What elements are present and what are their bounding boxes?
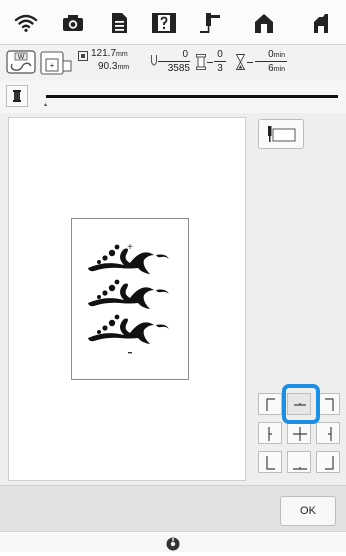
time-dash bbox=[247, 62, 253, 63]
time-divider bbox=[255, 61, 287, 62]
svg-text:+: + bbox=[50, 61, 55, 70]
color-dash bbox=[207, 62, 213, 63]
thread-color-button[interactable] bbox=[6, 85, 28, 107]
size-width: 121.7mm bbox=[91, 48, 128, 59]
stitch-divider bbox=[158, 61, 190, 62]
align-top-left-button[interactable] bbox=[258, 393, 282, 415]
stitch-progress-row: ▴ bbox=[0, 81, 346, 113]
align-bottom-center-button[interactable] bbox=[287, 451, 311, 473]
camera-icon[interactable] bbox=[58, 8, 88, 38]
stitch-current: 0 bbox=[182, 49, 188, 60]
machine-icon[interactable] bbox=[306, 8, 336, 38]
size-icon bbox=[77, 49, 89, 61]
home-icon[interactable] bbox=[249, 8, 279, 38]
svg-text:+: + bbox=[127, 242, 133, 253]
thread-spool-icon bbox=[196, 54, 206, 70]
align-middle-left-button[interactable] bbox=[258, 422, 282, 444]
document-icon[interactable] bbox=[104, 8, 134, 38]
pattern-frame: + bbox=[71, 218, 189, 380]
ok-button[interactable]: OK bbox=[280, 496, 336, 526]
pattern-position-icon[interactable]: + bbox=[40, 51, 72, 75]
progress-start-marker: ▴ bbox=[44, 102, 48, 108]
hourglass-icon bbox=[235, 54, 246, 70]
top-toolbar bbox=[0, 0, 346, 44]
footer-bar bbox=[0, 531, 346, 552]
embroidery-info-bar: W + 121.7mm 90.3mm 0 3585 0 3 0min 6min bbox=[0, 44, 346, 82]
svg-text:W: W bbox=[18, 54, 25, 61]
wifi-icon[interactable] bbox=[11, 8, 41, 38]
align-bottom-left-button[interactable] bbox=[258, 451, 282, 473]
color-total: 3 bbox=[217, 63, 223, 74]
hoop-frame-icon[interactable]: W bbox=[6, 50, 36, 74]
stitch-needle-icon bbox=[150, 54, 158, 70]
stitch-progress-bar bbox=[46, 95, 338, 98]
time-current: 0min bbox=[268, 49, 285, 60]
size-height: 90.3mm bbox=[98, 61, 130, 72]
align-middle-right-button[interactable] bbox=[316, 422, 340, 444]
machine-settings-icon[interactable] bbox=[166, 537, 180, 551]
selected-alignment-highlight bbox=[282, 384, 320, 424]
stitch-total: 3585 bbox=[167, 63, 190, 74]
needle-icon[interactable] bbox=[195, 8, 225, 38]
time-total: 6min bbox=[268, 63, 285, 74]
help-icon[interactable] bbox=[149, 8, 179, 38]
color-divider bbox=[214, 61, 226, 62]
needle-position-button[interactable] bbox=[258, 119, 304, 149]
align-bottom-right-button[interactable] bbox=[316, 451, 340, 473]
color-current: 0 bbox=[217, 49, 223, 60]
align-center-button[interactable] bbox=[287, 422, 311, 444]
